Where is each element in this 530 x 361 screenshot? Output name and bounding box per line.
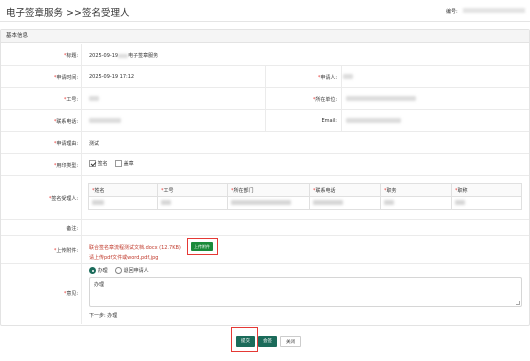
cell-department[interactable] [227,196,310,210]
cell-title[interactable] [451,196,522,210]
col-phone: *联系电话 [309,183,381,197]
phone-label: *联系电话: [53,119,78,125]
submit-highlight-box [231,327,258,352]
stamp-checkbox[interactable] [115,160,122,167]
remark-label: 备注: [66,226,78,232]
row-attachment: *上传附件: 联合签名章流程测试文档.docx (12.7KB) 上传附件 请上… [1,236,529,264]
col-title: *职称 [451,183,522,197]
applicant-label: *申请人: [317,75,337,81]
title-value: 2025-09-19 电子签章服务 [89,53,159,59]
doc-no-label: 编号: [446,9,458,15]
opinion-textarea[interactable]: 办理 [89,277,522,307]
opinion-option-handle[interactable]: 办理 [89,267,108,274]
opinion-option-return[interactable]: 退回申请人 [115,267,149,274]
row-title: *标题: 2025-09-19 电子签章服务 [1,44,529,66]
seal-option-sign[interactable]: 签名 [89,160,108,167]
seal-type-label: *用印类型: [53,163,78,169]
resize-handle-icon[interactable] [516,301,520,305]
row-opinion: *意见: 办理 退回申请人 办理 下一步: 办理 [1,264,529,324]
upload-hint: 请上传pdf文件或word,pdf,jpg [89,255,159,261]
attachment-file-link[interactable]: 联合签名章流程测试文档.docx (12.7KB) [89,244,181,251]
reason-value: 测试 [89,141,100,147]
unit-value-redacted [346,96,416,101]
col-department: *所在部门 [227,183,310,197]
apply-time-value: 2025-09-19 17:12 [89,74,135,80]
close-button[interactable]: 关闭 [280,336,301,347]
next-step-text: 下一步: 办理 [89,313,118,319]
basic-info-form: 基本信息 *标题: 2025-09-19 电子签章服务 *申请时间: 2025-0… [0,29,530,326]
row-employee: *工号: *所在单位: [1,88,529,110]
doc-no-value-redacted [463,8,525,13]
email-value-redacted [346,118,401,123]
col-position: *职务 [380,183,452,197]
signer-table: *姓名 *工号 *所在部门 *联系电话 *职务 *职称 [88,183,522,210]
col-name: *姓名 [88,183,158,197]
opinion-text: 办理 [94,282,105,288]
title-label: *标题: [63,53,78,59]
email-label: Email: [321,118,337,124]
return-applicant-radio[interactable] [115,267,122,274]
page-header: 电子签章服务 >>签名受理人 编号: [0,0,530,22]
table-row [88,196,522,210]
attachment-label: *上传附件: [53,248,78,254]
upload-highlight-box [187,238,218,255]
seal-option-stamp[interactable]: 盖章 [115,160,134,167]
unit-label: *所在单位: [312,97,337,103]
countersign-button[interactable]: 会签 [258,336,277,347]
cell-employee-no[interactable] [157,196,228,210]
row-contact: *联系电话: Email: [1,110,529,132]
row-apply-time: *申请时间: 2025-09-19 17:12 *申请人: [1,66,529,88]
applicant-value-redacted [343,74,353,79]
row-reason: *申请理由: 测试 [1,132,529,154]
phone-value-redacted [89,118,121,123]
reason-label: *申请理由: [53,141,78,147]
cell-name[interactable] [88,196,158,210]
sign-checkbox[interactable] [89,160,96,167]
apply-time-label: *申请时间: [53,75,78,81]
employee-no-label: *工号: [63,97,78,103]
row-remark: 备注: [1,220,529,236]
row-seal-type: *用印类型: 签名 盖章 [1,154,529,176]
col-employee-no: *工号 [157,183,228,197]
cell-position[interactable] [380,196,452,210]
signer-label: *签名受理人: [48,196,78,202]
section-title: 基本信息 [1,30,529,43]
table-header-row: *姓名 *工号 *所在部门 *联系电话 *职务 *职称 [88,183,522,197]
cell-phone[interactable] [309,196,381,210]
opinion-label: *意见: [63,291,78,297]
row-signers: *签名受理人: *姓名 *工号 *所在部门 *联系电话 *职务 *职称 [1,176,529,220]
handle-radio[interactable] [89,267,96,274]
page-title: 电子签章服务 >>签名受理人 [6,8,130,19]
employee-no-redacted [89,96,99,101]
